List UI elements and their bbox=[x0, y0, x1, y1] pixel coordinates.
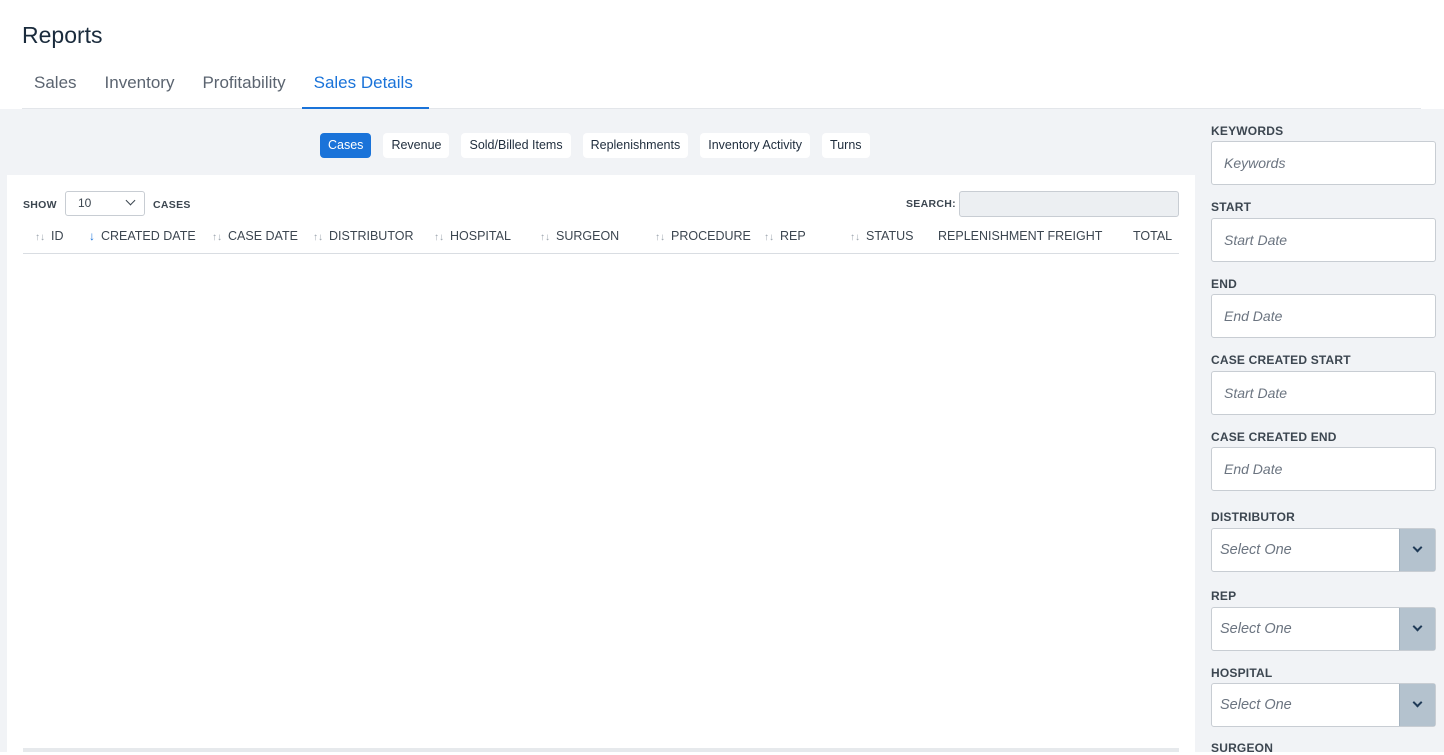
hospital-dropdown-button[interactable] bbox=[1399, 684, 1435, 726]
main-content: Cases Revenue Sold/Billed Items Replenis… bbox=[0, 109, 1195, 752]
sort-arrows-icon: ↑↓ bbox=[212, 232, 222, 243]
rep-dropdown-button[interactable] bbox=[1399, 608, 1435, 650]
subtab-revenue[interactable]: Revenue bbox=[383, 133, 450, 158]
keywords-input[interactable]: Keywords bbox=[1211, 141, 1436, 185]
column-header-status[interactable]: ↑↓ STATUS bbox=[850, 229, 913, 243]
rep-placeholder: Select One bbox=[1220, 621, 1292, 637]
column-header-rep[interactable]: ↑↓ REP bbox=[764, 229, 806, 243]
case-created-end-input[interactable]: End Date bbox=[1211, 447, 1436, 491]
subtab-cases[interactable]: Cases bbox=[320, 133, 372, 158]
search-label: SEARCH: bbox=[906, 198, 956, 210]
tab-sales[interactable]: Sales bbox=[22, 66, 93, 109]
column-label: CREATED DATE bbox=[101, 229, 196, 243]
sort-arrows-icon: ↑↓ bbox=[655, 232, 665, 243]
column-header-replenishment-freight[interactable]: REPLENISHMENT FREIGHT bbox=[938, 229, 1102, 243]
distributor-dropdown-button[interactable] bbox=[1399, 529, 1435, 571]
chevron-down-icon bbox=[125, 195, 136, 206]
column-label: SURGEON bbox=[556, 229, 620, 243]
column-label: STATUS bbox=[866, 229, 914, 243]
subtab-sold-billed-items[interactable]: Sold/Billed Items bbox=[461, 133, 571, 158]
column-header-created-date[interactable]: ↓ CREATED DATE bbox=[89, 229, 196, 243]
arrow-down-icon: ↓ bbox=[89, 229, 95, 243]
filters-sidebar: KEYWORDS Keywords START Start Date END E… bbox=[1195, 109, 1444, 755]
subtab-replenishments[interactable]: Replenishments bbox=[582, 133, 689, 158]
cases-table-card: SHOW 10 CASES SEARCH: ↑↓ ID ↓ CREATED DATE… bbox=[7, 175, 1195, 752]
tab-sales-details[interactable]: Sales Details bbox=[301, 66, 429, 109]
column-header-case-date[interactable]: ↑↓ CASE DATE bbox=[212, 229, 298, 243]
table-scrollbar[interactable] bbox=[23, 748, 1179, 752]
surgeon-label: SURGEON bbox=[1211, 741, 1274, 755]
start-date-input[interactable]: Start Date bbox=[1211, 218, 1436, 262]
report-subtabs: Cases Revenue Sold/Billed Items Replenis… bbox=[320, 133, 870, 158]
tab-profitability[interactable]: Profitability bbox=[190, 66, 301, 109]
column-label: DISTRIBUTOR bbox=[329, 229, 414, 243]
table-header: ↑↓ ID ↓ CREATED DATE ↑↓ CASE DATE ↑↓ DISTRIB… bbox=[23, 223, 1179, 254]
distributor-label: DISTRIBUTOR bbox=[1211, 510, 1295, 524]
case-created-start-input[interactable]: Start Date bbox=[1211, 371, 1436, 415]
end-label: END bbox=[1211, 277, 1237, 291]
column-header-surgeon[interactable]: ↑↓ SURGEON bbox=[540, 229, 619, 243]
sort-arrows-icon: ↑↓ bbox=[434, 232, 444, 243]
column-label: CASE DATE bbox=[228, 229, 298, 243]
cases-label: CASES bbox=[153, 199, 191, 211]
column-label: REP bbox=[780, 229, 806, 243]
page-size-select[interactable]: 10 bbox=[65, 191, 145, 216]
column-header-id[interactable]: ↑↓ ID bbox=[35, 229, 64, 243]
page-size-value: 10 bbox=[78, 196, 92, 210]
hospital-select[interactable]: Select One bbox=[1211, 683, 1436, 727]
column-label: TOTAL bbox=[1133, 229, 1173, 243]
chevron-down-icon bbox=[1412, 542, 1423, 553]
subtab-turns[interactable]: Turns bbox=[822, 133, 870, 158]
chevron-down-icon bbox=[1412, 621, 1423, 632]
sort-arrows-icon: ↑↓ bbox=[540, 232, 550, 243]
distributor-select[interactable]: Select One bbox=[1211, 528, 1436, 572]
page-header: Reports Sales Inventory Profitability Sa… bbox=[0, 0, 1444, 109]
sort-arrows-icon: ↑↓ bbox=[850, 232, 860, 243]
hospital-placeholder: Select One bbox=[1220, 697, 1292, 713]
sort-arrows-icon: ↑↓ bbox=[764, 232, 774, 243]
rep-select[interactable]: Select One bbox=[1211, 607, 1436, 651]
chevron-down-icon bbox=[1412, 697, 1423, 708]
report-tabs: Sales Inventory Profitability Sales Deta… bbox=[22, 66, 1421, 109]
column-header-hospital[interactable]: ↑↓ HOSPITAL bbox=[434, 229, 511, 243]
sort-arrows-icon: ↑↓ bbox=[313, 232, 323, 243]
distributor-placeholder: Select One bbox=[1220, 542, 1292, 558]
column-label: PROCEDURE bbox=[671, 229, 751, 243]
case-created-start-label: CASE CREATED START bbox=[1211, 353, 1351, 367]
rep-label: REP bbox=[1211, 589, 1237, 603]
hospital-label: HOSPITAL bbox=[1211, 666, 1273, 680]
tab-inventory[interactable]: Inventory bbox=[93, 66, 191, 109]
sort-arrows-icon: ↑↓ bbox=[35, 232, 45, 243]
case-created-end-label: CASE CREATED END bbox=[1211, 430, 1337, 444]
column-header-distributor[interactable]: ↑↓ DISTRIBUTOR bbox=[313, 229, 414, 243]
end-date-input[interactable]: End Date bbox=[1211, 294, 1436, 338]
column-header-total[interactable]: TOTAL bbox=[1133, 229, 1172, 243]
start-label: START bbox=[1211, 200, 1252, 214]
search-input[interactable] bbox=[959, 191, 1179, 217]
column-header-procedure[interactable]: ↑↓ PROCEDURE bbox=[655, 229, 751, 243]
subtab-inventory-activity[interactable]: Inventory Activity bbox=[700, 133, 811, 158]
page-title: Reports bbox=[22, 22, 103, 48]
column-label: ID bbox=[51, 229, 64, 243]
show-label: SHOW bbox=[23, 199, 57, 211]
column-label: HOSPITAL bbox=[450, 229, 511, 243]
keywords-label: KEYWORDS bbox=[1211, 124, 1284, 138]
column-label: REPLENISHMENT FREIGHT bbox=[938, 229, 1103, 243]
